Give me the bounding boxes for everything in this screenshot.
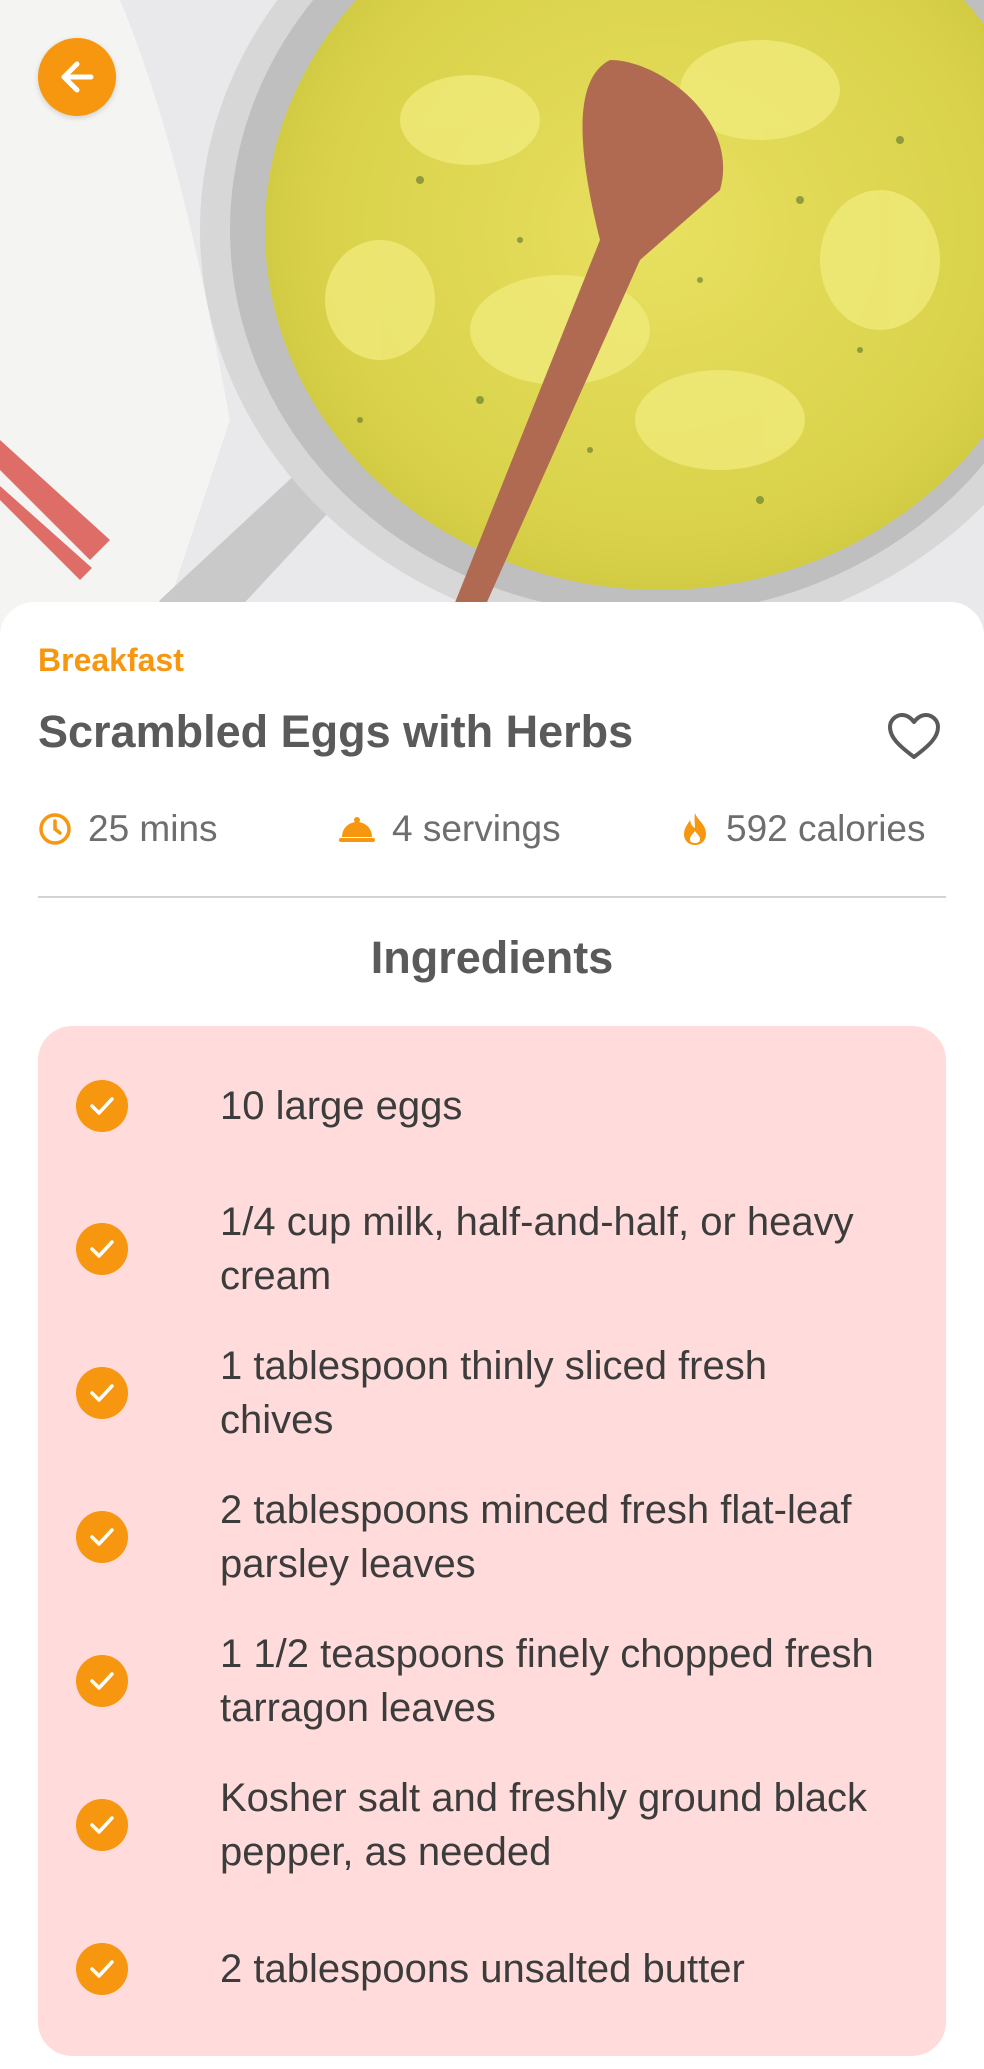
cook-time: 25 mins bbox=[38, 804, 218, 854]
recipe-details-sheet: Breakfast Scrambled Eggs with Herbs 25 m… bbox=[0, 602, 984, 2069]
recipe-category: Breakfast bbox=[38, 642, 184, 678]
cook-time-label: 25 mins bbox=[88, 808, 218, 849]
calories: 592 calories bbox=[680, 804, 926, 854]
ingredient-item[interactable]: 2 tablespoons minced fresh flat-leaf par… bbox=[38, 1465, 946, 1608]
ingredient-item[interactable]: 1 1/2 teaspoons finely chopped fresh tar… bbox=[38, 1609, 946, 1752]
ingredients-heading: Ingredients bbox=[370, 932, 614, 983]
heart-outline-icon bbox=[888, 713, 940, 759]
ingredient-text: 1 1/2 teaspoons finely chopped fresh tar… bbox=[220, 1631, 874, 1730]
ingredient-item[interactable]: 2 tablespoons unsalted butter bbox=[38, 1897, 946, 2040]
check-icon[interactable] bbox=[76, 1798, 128, 1851]
cloche-icon bbox=[339, 817, 375, 842]
check-icon[interactable] bbox=[76, 1222, 128, 1275]
servings: 4 servings bbox=[338, 804, 561, 854]
recipe-title: Scrambled Eggs with Herbs bbox=[38, 706, 634, 757]
check-icon[interactable] bbox=[76, 1654, 128, 1707]
ingredient-text: 1 tablespoon thinly sliced fresh chives bbox=[220, 1343, 767, 1442]
ingredient-text: 2 tablespoons minced fresh flat-leaf par… bbox=[220, 1487, 852, 1586]
divider bbox=[38, 896, 946, 898]
ingredient-item[interactable]: Kosher salt and freshly ground black pep… bbox=[38, 1753, 946, 1896]
favorite-button[interactable] bbox=[884, 708, 944, 764]
check-icon[interactable] bbox=[76, 1510, 128, 1563]
ingredient-text: 2 tablespoons unsalted butter bbox=[220, 1946, 745, 1991]
ingredient-text: 10 large eggs bbox=[220, 1083, 463, 1128]
check-icon[interactable] bbox=[76, 1942, 128, 1995]
servings-label: 4 servings bbox=[392, 808, 561, 849]
ingredient-item[interactable]: 1/4 cup milk, half-and-half, or heavy cr… bbox=[38, 1177, 946, 1320]
back-button[interactable] bbox=[38, 38, 116, 116]
arrow-left-icon bbox=[61, 61, 94, 93]
ingredient-text: 1/4 cup milk, half-and-half, or heavy cr… bbox=[220, 1199, 854, 1298]
clock-icon bbox=[39, 813, 71, 845]
ingredient-text: Kosher salt and freshly ground black pep… bbox=[220, 1775, 868, 1874]
recipe-photo bbox=[0, 0, 984, 640]
ingredients-list: 10 large eggs 1/4 cup milk, half-and-hal… bbox=[38, 1026, 946, 2056]
check-icon[interactable] bbox=[76, 1366, 128, 1419]
check-icon[interactable] bbox=[76, 1079, 128, 1132]
ingredient-item[interactable]: 1 tablespoon thinly sliced fresh chives bbox=[38, 1321, 946, 1464]
ingredient-item[interactable]: 10 large eggs bbox=[38, 1034, 946, 1177]
calories-label: 592 calories bbox=[726, 808, 926, 849]
flame-icon bbox=[684, 813, 706, 845]
